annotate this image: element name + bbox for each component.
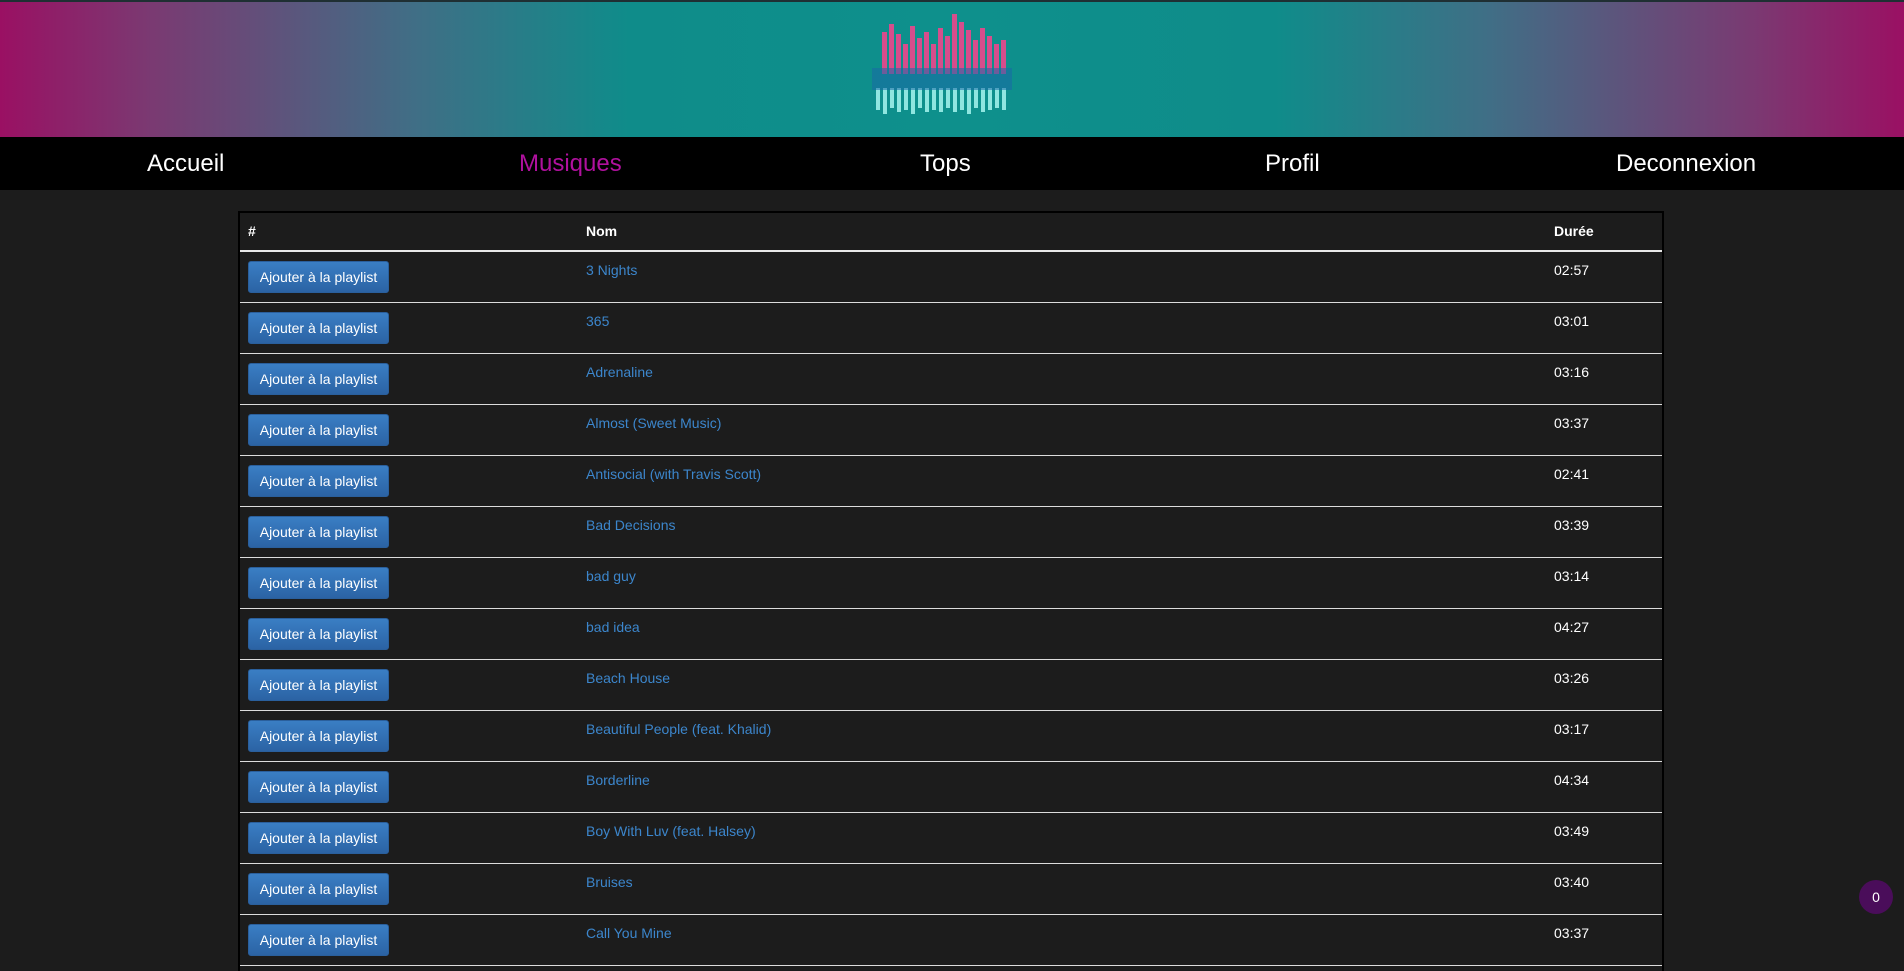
table-row: Ajouter à la playlist bad idea 04:27 bbox=[240, 609, 1662, 660]
songs-table: # Nom Durée Ajouter à la playlist 3 Night… bbox=[238, 211, 1664, 971]
song-name-link[interactable]: Borderline bbox=[586, 772, 650, 788]
song-name-link[interactable]: Bad Decisions bbox=[586, 517, 676, 533]
add-to-playlist-button[interactable]: Ajouter à la playlist bbox=[248, 261, 389, 293]
song-name-link[interactable]: Beach House bbox=[586, 670, 670, 686]
table-row: Ajouter à la playlist Beautiful People (f… bbox=[240, 711, 1662, 762]
add-to-playlist-button[interactable]: Ajouter à la playlist bbox=[248, 414, 389, 446]
song-duration: 04:34 bbox=[1554, 772, 1590, 788]
column-header-duration: Durée bbox=[1554, 223, 1594, 239]
add-to-playlist-button[interactable]: Ajouter à la playlist bbox=[248, 465, 389, 497]
song-name-link[interactable]: 365 bbox=[586, 313, 609, 329]
song-name-link[interactable]: bad guy bbox=[586, 568, 636, 584]
column-header-index: # bbox=[248, 223, 256, 239]
table-row: Ajouter à la playlist Antisocial (with Tr… bbox=[240, 456, 1662, 507]
column-header-name: Nom bbox=[586, 223, 618, 239]
song-name-link[interactable]: Call You Mine bbox=[586, 925, 672, 941]
song-name-link[interactable]: Almost (Sweet Music) bbox=[586, 415, 721, 431]
popcorn-logo[interactable] bbox=[866, 10, 1018, 116]
table-row: Ajouter à la playlist Boy With Luv (feat.… bbox=[240, 813, 1662, 864]
add-to-playlist-button[interactable]: Ajouter à la playlist bbox=[248, 720, 389, 752]
song-duration: 03:01 bbox=[1554, 313, 1590, 329]
song-duration: 03:26 bbox=[1554, 670, 1590, 686]
add-to-playlist-button[interactable]: Ajouter à la playlist bbox=[248, 618, 389, 650]
song-duration: 03:40 bbox=[1554, 874, 1590, 890]
add-to-playlist-button[interactable]: Ajouter à la playlist bbox=[248, 924, 389, 956]
song-name-link[interactable]: Antisocial (with Travis Scott) bbox=[586, 466, 761, 482]
table-header: # Nom Durée bbox=[240, 213, 1662, 252]
nav-item-tops[interactable]: Tops bbox=[920, 137, 971, 190]
song-duration: 03:37 bbox=[1554, 925, 1590, 941]
nav-item-profil[interactable]: Profil bbox=[1265, 137, 1320, 190]
song-name-link[interactable]: 3 Nights bbox=[586, 262, 637, 278]
song-duration: 03:39 bbox=[1554, 517, 1590, 533]
add-to-playlist-button[interactable]: Ajouter à la playlist bbox=[248, 567, 389, 599]
song-name-link[interactable]: bad idea bbox=[586, 619, 640, 635]
table-row: Ajouter à la playlist Borderline 04:34 bbox=[240, 762, 1662, 813]
table-body: Ajouter à la playlist 3 Nights 02:57 Ajoute… bbox=[240, 252, 1662, 966]
table-row: Ajouter à la playlist bad guy 03:14 bbox=[240, 558, 1662, 609]
table-row: Ajouter à la playlist 3 Nights 02:57 bbox=[240, 252, 1662, 303]
song-duration: 02:57 bbox=[1554, 262, 1590, 278]
song-name-link[interactable]: Bruises bbox=[586, 874, 633, 890]
table-row: Ajouter à la playlist 365 03:01 bbox=[240, 303, 1662, 354]
song-name-link[interactable]: Beautiful People (feat. Khalid) bbox=[586, 721, 771, 737]
table-row: Ajouter à la playlist Almost (Sweet Music… bbox=[240, 405, 1662, 456]
add-to-playlist-button[interactable]: Ajouter à la playlist bbox=[248, 363, 389, 395]
song-name-link[interactable]: Boy With Luv (feat. Halsey) bbox=[586, 823, 756, 839]
table-row: Ajouter à la playlist Call You Mine 03:37 bbox=[240, 915, 1662, 966]
main-nav: Accueil Musiques Tops Profil Deconnexion bbox=[0, 137, 1904, 190]
song-duration: 03:17 bbox=[1554, 721, 1590, 737]
add-to-playlist-button[interactable]: Ajouter à la playlist bbox=[248, 669, 389, 701]
table-row: Ajouter à la playlist Bruises 03:40 bbox=[240, 864, 1662, 915]
song-duration: 03:37 bbox=[1554, 415, 1590, 431]
song-duration: 03:49 bbox=[1554, 823, 1590, 839]
header-banner bbox=[0, 0, 1904, 137]
song-duration: 03:16 bbox=[1554, 364, 1590, 380]
song-duration: 03:14 bbox=[1554, 568, 1590, 584]
table-row: Ajouter à la playlist Adrenaline 03:16 bbox=[240, 354, 1662, 405]
song-duration: 02:41 bbox=[1554, 466, 1590, 482]
add-to-playlist-button[interactable]: Ajouter à la playlist bbox=[248, 873, 389, 905]
nav-item-musiques[interactable]: Musiques bbox=[519, 137, 622, 190]
song-name-link[interactable]: Adrenaline bbox=[586, 364, 653, 380]
table-row: Ajouter à la playlist Beach House 03:26 bbox=[240, 660, 1662, 711]
nav-item-accueil[interactable]: Accueil bbox=[147, 137, 224, 190]
add-to-playlist-button[interactable]: Ajouter à la playlist bbox=[248, 822, 389, 854]
add-to-playlist-button[interactable]: Ajouter à la playlist bbox=[248, 771, 389, 803]
add-to-playlist-button[interactable]: Ajouter à la playlist bbox=[248, 312, 389, 344]
add-to-playlist-button[interactable]: Ajouter à la playlist bbox=[248, 516, 389, 548]
song-duration: 04:27 bbox=[1554, 619, 1590, 635]
playlist-count-badge[interactable]: 0 bbox=[1859, 880, 1893, 914]
table-row: Ajouter à la playlist Bad Decisions 03:39 bbox=[240, 507, 1662, 558]
nav-item-deconnexion[interactable]: Deconnexion bbox=[1616, 137, 1756, 190]
